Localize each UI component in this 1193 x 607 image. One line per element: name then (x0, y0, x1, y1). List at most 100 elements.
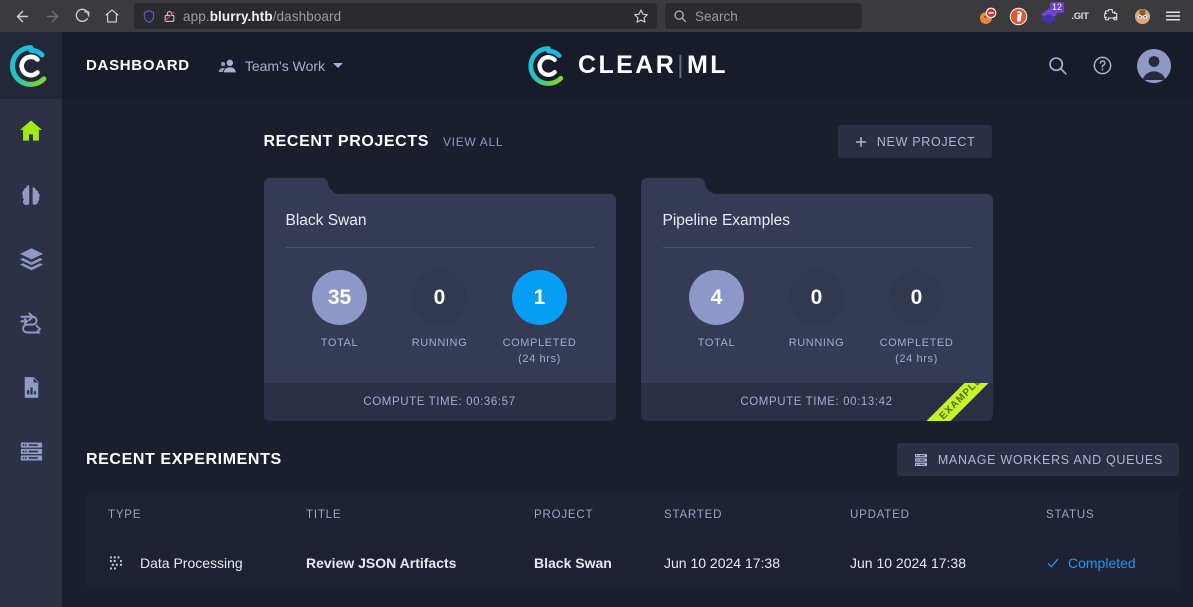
search-icon (673, 9, 687, 23)
table-header-row: TYPE TITLE PROJECT STARTED UPDATED STATU… (86, 493, 1179, 537)
card-compute-time: COMPUTE TIME: 00:13:42 EXAMPLE (640, 383, 993, 421)
clearml-logo-icon (9, 44, 47, 87)
clearml-brand: CLEAR | ML (527, 45, 728, 87)
compute-time-text: COMPUTE TIME: 00:36:57 (363, 396, 516, 408)
view-all-link[interactable]: VIEW ALL (443, 135, 503, 149)
stat-completed: 1 COMPLETED (24 hrs) (490, 270, 590, 367)
layers-icon (19, 247, 43, 270)
table-row[interactable]: Data Processing Review JSON Artifacts Bl… (86, 536, 1179, 589)
sidebar-logo[interactable] (0, 32, 62, 99)
experiment-started: Jun 10 2024 17:38 (664, 536, 850, 589)
left-sidebar (0, 32, 62, 607)
table-header: TYPE TITLE PROJECT STARTED UPDATED STATU… (86, 493, 1179, 537)
recent-experiments-section: RECENT EXPERIMENTS MANAGE WORKERS AND QU… (62, 421, 1193, 589)
manage-workers-button[interactable]: MANAGE WORKERS AND QUEUES (896, 443, 1179, 476)
column-header-status[interactable]: STATUS (1046, 493, 1179, 537)
brand-clear: CLEAR (578, 51, 677, 79)
no-entry-extension-icon[interactable] (977, 6, 997, 26)
main-column: DASHBOARD Team's Work CLEAR | ML RECENT … (62, 32, 1193, 607)
plus-icon (854, 135, 868, 149)
stat-total: 35 TOTAL (290, 270, 390, 367)
puzzle-extension-icon[interactable] (1101, 6, 1121, 26)
experiment-updated: Jun 10 2024 17:38 (850, 536, 1046, 589)
browser-search-bar[interactable]: Search (665, 3, 862, 29)
completed-label: COMPLETED (879, 337, 954, 349)
cell-type: Data Processing (86, 536, 306, 589)
clearml-logo-icon (527, 45, 563, 86)
sidebar-item-reports[interactable] (0, 355, 62, 419)
pipeline-icon (19, 311, 41, 333)
project-card[interactable]: Black Swan 35 TOTAL 0 RUNNING 1 COMPLETE… (263, 178, 616, 421)
completed-bubble: 0 (889, 270, 944, 325)
new-project-label: NEW PROJECT (876, 134, 976, 149)
total-label: TOTAL (697, 337, 736, 349)
experiment-title: Review JSON Artifacts (306, 536, 534, 589)
project-stats: 35 TOTAL 0 RUNNING 1 COMPLETED (24 hrs) (286, 248, 594, 383)
server-rack-icon (913, 452, 929, 468)
user-avatar-icon (1142, 55, 1166, 80)
project-name: Black Swan (285, 212, 367, 229)
experiment-project: Black Swan (534, 536, 664, 589)
project-stats: 4 TOTAL 0 RUNNING 0 COMPLETED (24 hrs) (663, 248, 971, 383)
url-text: app.blurry.htb/dashboard (183, 8, 342, 24)
duckduckgo-extension-icon[interactable] (1008, 6, 1028, 26)
address-bar[interactable]: app.blurry.htb/dashboard (134, 3, 657, 29)
running-label: RUNNING (788, 337, 845, 349)
reload-icon[interactable] (68, 3, 96, 29)
app-shell: DASHBOARD Team's Work CLEAR | ML RECENT … (0, 32, 1193, 607)
shield-icon[interactable] (142, 9, 156, 24)
stat-running: 0 RUNNING (767, 270, 867, 367)
column-header-started[interactable]: STARTED (664, 493, 850, 537)
completed-sublabel: (24 hrs) (895, 353, 938, 365)
recent-projects-header: RECENT PROJECTS VIEW ALL NEW PROJECT (264, 125, 992, 158)
home-icon (20, 120, 42, 141)
project-name: Pipeline Examples (662, 212, 791, 229)
project-card[interactable]: Pipeline Examples 4 TOTAL 0 RUNNING 0 CO… (640, 178, 993, 421)
browser-search-placeholder: Search (695, 8, 738, 24)
forward-arrow-icon[interactable] (38, 3, 66, 29)
column-header-updated[interactable]: UPDATED (850, 493, 1046, 537)
sidebar-item-datasets[interactable] (0, 227, 62, 291)
column-header-type[interactable]: TYPE (86, 493, 306, 537)
profile-avatar-icon[interactable] (1132, 6, 1152, 26)
broken-lock-icon[interactable] (163, 9, 176, 24)
compute-time-text: COMPUTE TIME: 00:13:42 (740, 396, 893, 408)
sidebar-item-models[interactable] (0, 163, 62, 227)
table-body: Data Processing Review JSON Artifacts Bl… (86, 536, 1179, 589)
help-icon[interactable] (1092, 55, 1113, 76)
data-processing-icon (108, 554, 127, 573)
git-extension-icon[interactable]: .GIT (1070, 6, 1090, 26)
star-icon[interactable] (633, 8, 649, 24)
column-header-project[interactable]: PROJECT (534, 493, 664, 537)
report-icon (24, 376, 38, 398)
stat-total: 4 TOTAL (667, 270, 767, 367)
sidebar-item-pipelines[interactable] (0, 291, 62, 355)
people-icon (218, 58, 237, 74)
search-icon[interactable] (1047, 55, 1068, 76)
sidebar-item-home[interactable] (0, 99, 62, 163)
experiment-type: Data Processing (140, 555, 243, 572)
hamburger-menu-icon[interactable] (1163, 6, 1183, 26)
home-icon[interactable] (98, 3, 126, 29)
total-bubble: 4 (689, 270, 744, 325)
page-title: DASHBOARD (86, 57, 190, 74)
new-project-button[interactable]: NEW PROJECT (837, 125, 992, 158)
browser-toolbar: app.blurry.htb/dashboard Search 12 .GIT (0, 0, 1193, 32)
avatar[interactable] (1137, 48, 1171, 83)
brand-separator: | (677, 51, 687, 79)
column-header-title[interactable]: TITLE (306, 493, 534, 537)
downloads-icon[interactable]: 12 (1039, 2, 1064, 26)
recent-experiments-header: RECENT EXPERIMENTS MANAGE WORKERS AND QU… (86, 443, 1179, 476)
running-bubble: 0 (412, 270, 467, 325)
download-badge: 12 (1049, 2, 1064, 13)
completed-label: COMPLETED (502, 337, 577, 349)
experiments-table: TYPE TITLE PROJECT STARTED UPDATED STATU… (86, 493, 1179, 589)
example-ribbon: EXAMPLE (917, 383, 993, 421)
workspace-selector[interactable]: Team's Work (218, 58, 344, 74)
sidebar-item-workers[interactable] (0, 419, 62, 483)
running-bubble: 0 (789, 270, 844, 325)
running-label: RUNNING (411, 337, 468, 349)
example-ribbon-clip: EXAMPLE (917, 383, 993, 421)
back-arrow-icon[interactable] (8, 3, 36, 29)
recent-projects-title: RECENT PROJECTS (263, 132, 429, 150)
